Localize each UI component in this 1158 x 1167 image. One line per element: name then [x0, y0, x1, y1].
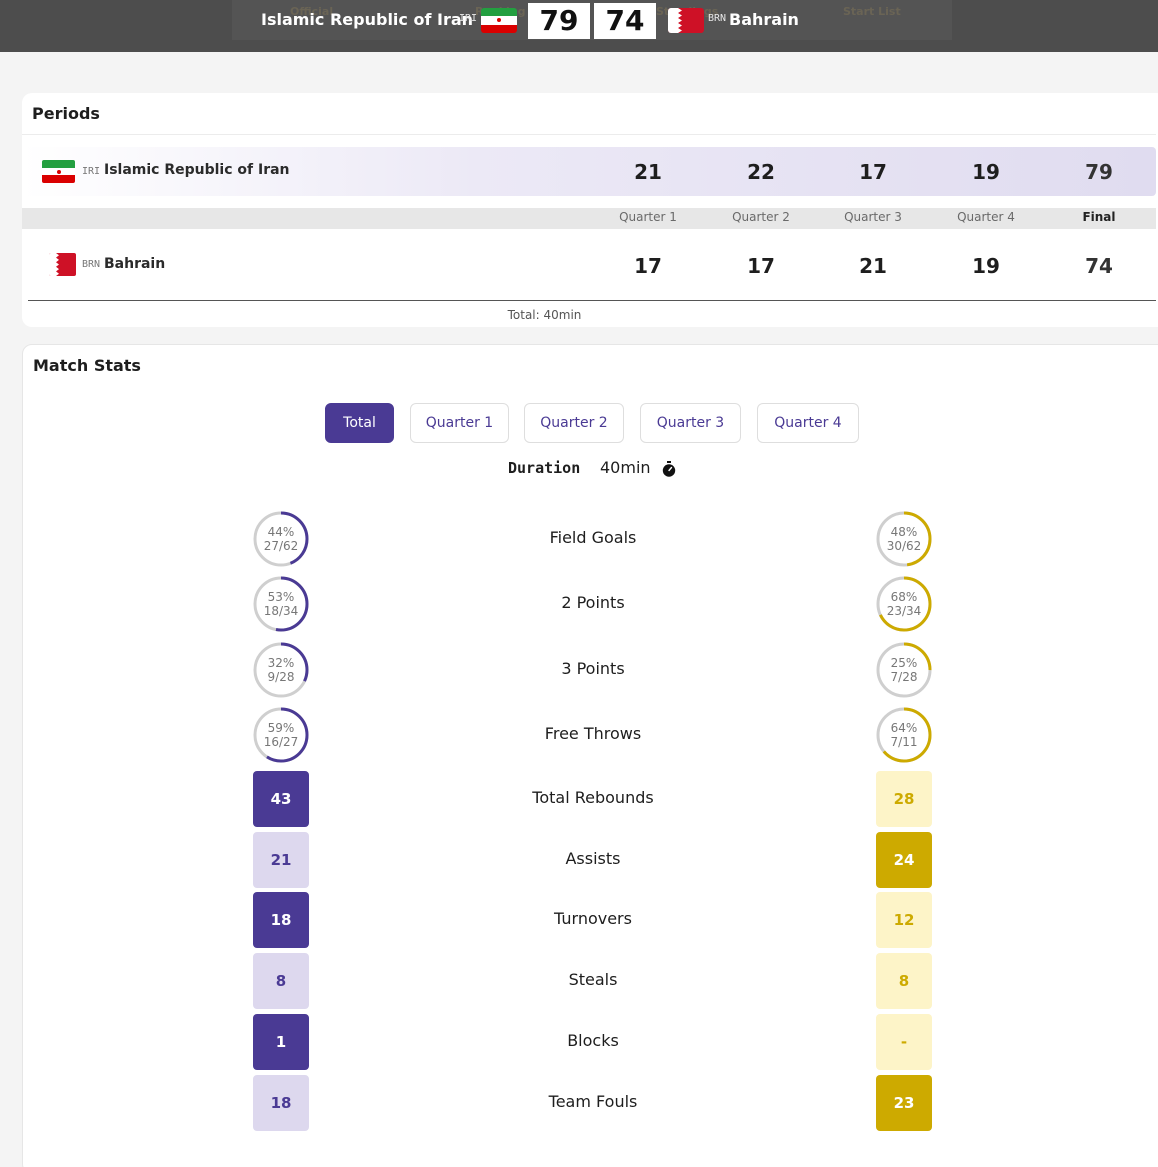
label-quarter-3: Quarter 3 — [844, 210, 902, 224]
away-percentage-ring: 64% 7/11 — [876, 707, 932, 763]
home-stat-value: 8 — [253, 953, 309, 1009]
label-quarter-4: Quarter 4 — [957, 210, 1015, 224]
away-ring-percentage: 68% — [890, 590, 918, 604]
home-stat-value: 1 — [253, 1014, 309, 1070]
bahrain-flag-icon — [49, 253, 76, 276]
away-ring-made-attempted: 7/11 — [890, 735, 918, 749]
home-ring-made-attempted: 18/34 — [263, 604, 299, 618]
home-stat-value: 18 — [253, 1075, 309, 1131]
stat-label: Free Throws — [544, 724, 642, 743]
away-stat-value: 24 — [876, 832, 932, 888]
home-stat-value: 21 — [253, 832, 309, 888]
away-q4-score: 19 — [972, 254, 1000, 278]
iran-flag-icon — [42, 160, 75, 183]
away-ring-made-attempted: 30/62 — [886, 539, 922, 553]
stat-label: Team Fouls — [548, 1092, 638, 1111]
home-percentage-ring: 32% 9/28 — [253, 642, 309, 698]
home-final-score: 79 — [1085, 160, 1113, 184]
duration-value: 40min — [600, 458, 651, 477]
header-away-name[interactable]: Bahrain — [729, 10, 799, 29]
home-ring-made-attempted: 27/62 — [263, 539, 299, 553]
stat-label: Steals — [568, 970, 618, 989]
periods-home-code: IRI — [82, 166, 101, 177]
total-duration: Total: 40min — [507, 308, 582, 322]
away-q3-score: 21 — [859, 254, 887, 278]
away-stat-value: 12 — [876, 892, 932, 948]
label-quarter-2: Quarter 2 — [732, 210, 790, 224]
home-ring-made-attempted: 9/28 — [267, 670, 295, 684]
periods-away-name[interactable]: Bahrain — [104, 256, 165, 272]
home-percentage-ring: 53% 18/34 — [253, 576, 309, 632]
header-away-code: BRN — [708, 13, 727, 24]
away-ring-made-attempted: 23/34 — [886, 604, 922, 618]
away-stat-value: 8 — [876, 953, 932, 1009]
home-ring-made-attempted: 16/27 — [263, 735, 299, 749]
duration-label: Duration — [508, 459, 581, 477]
stat-label: 2 Points — [561, 593, 625, 612]
away-ring-percentage: 64% — [890, 721, 918, 735]
home-q3-score: 17 — [859, 160, 887, 184]
home-q2-score: 22 — [747, 160, 775, 184]
away-stat-value: 28 — [876, 771, 932, 827]
iran-flag-icon — [481, 8, 517, 33]
home-score: 79 — [528, 3, 590, 39]
stat-label: Blocks — [567, 1031, 619, 1050]
home-percentage-ring: 59% 16/27 — [253, 707, 309, 763]
home-q4-score: 19 — [972, 160, 1000, 184]
stat-label: 3 Points — [561, 659, 625, 678]
periods-divider — [22, 134, 1156, 135]
header-home-name[interactable]: Islamic Republic of Iran — [261, 10, 473, 29]
bahrain-flag-icon — [668, 8, 704, 33]
away-q2-score: 17 — [747, 254, 775, 278]
match-stats-card: Match Stats Total Quarter 1 Quarter 2 Qu… — [22, 344, 1158, 1167]
home-ring-percentage: 59% — [267, 721, 295, 735]
away-percentage-ring: 48% 30/62 — [876, 511, 932, 567]
stopwatch-icon — [662, 461, 676, 477]
stat-label: Turnovers — [554, 909, 632, 928]
score-header: Official Ranking Standings Start List Is… — [0, 0, 1158, 52]
home-q1-score: 21 — [634, 160, 662, 184]
away-ring-percentage: 48% — [890, 525, 918, 539]
home-ring-percentage: 32% — [267, 656, 295, 670]
periods-title: Periods — [32, 104, 100, 123]
away-stat-value: 23 — [876, 1075, 932, 1131]
header-tab-start-list[interactable]: Start List — [843, 5, 901, 18]
home-percentage-ring: 44% 27/62 — [253, 511, 309, 567]
away-ring-percentage: 25% — [890, 656, 918, 670]
periods-home-name[interactable]: Islamic Republic of Iran — [104, 162, 290, 178]
tab-quarter-3[interactable]: Quarter 3 — [640, 403, 741, 443]
header-home-code: IRI — [459, 13, 478, 24]
label-final: Final — [1082, 210, 1116, 224]
home-stat-value: 18 — [253, 892, 309, 948]
away-ring-made-attempted: 7/28 — [890, 670, 918, 684]
home-stat-value: 43 — [253, 771, 309, 827]
home-ring-percentage: 44% — [267, 525, 295, 539]
tab-quarter-2[interactable]: Quarter 2 — [524, 403, 624, 443]
away-percentage-ring: 68% 23/34 — [876, 576, 932, 632]
stat-label: Field Goals — [549, 528, 637, 547]
away-percentage-ring: 25% 7/28 — [876, 642, 932, 698]
away-stat-value: - — [876, 1014, 932, 1070]
away-final-score: 74 — [1085, 254, 1113, 278]
stat-label: Total Rebounds — [532, 788, 654, 807]
tab-quarter-1[interactable]: Quarter 1 — [410, 403, 509, 443]
home-ring-percentage: 53% — [267, 590, 295, 604]
tab-total[interactable]: Total — [325, 403, 394, 443]
stat-label: Assists — [565, 849, 621, 868]
away-q1-score: 17 — [634, 254, 662, 278]
away-score: 74 — [594, 3, 656, 39]
periods-away-code: BRN — [82, 259, 101, 270]
match-stats-title: Match Stats — [33, 356, 141, 375]
periods-card: Periods IRI Islamic Republic of Iran 21 … — [22, 93, 1158, 327]
label-quarter-1: Quarter 1 — [619, 210, 677, 224]
tab-quarter-4[interactable]: Quarter 4 — [757, 403, 859, 443]
total-divider — [28, 300, 1156, 301]
